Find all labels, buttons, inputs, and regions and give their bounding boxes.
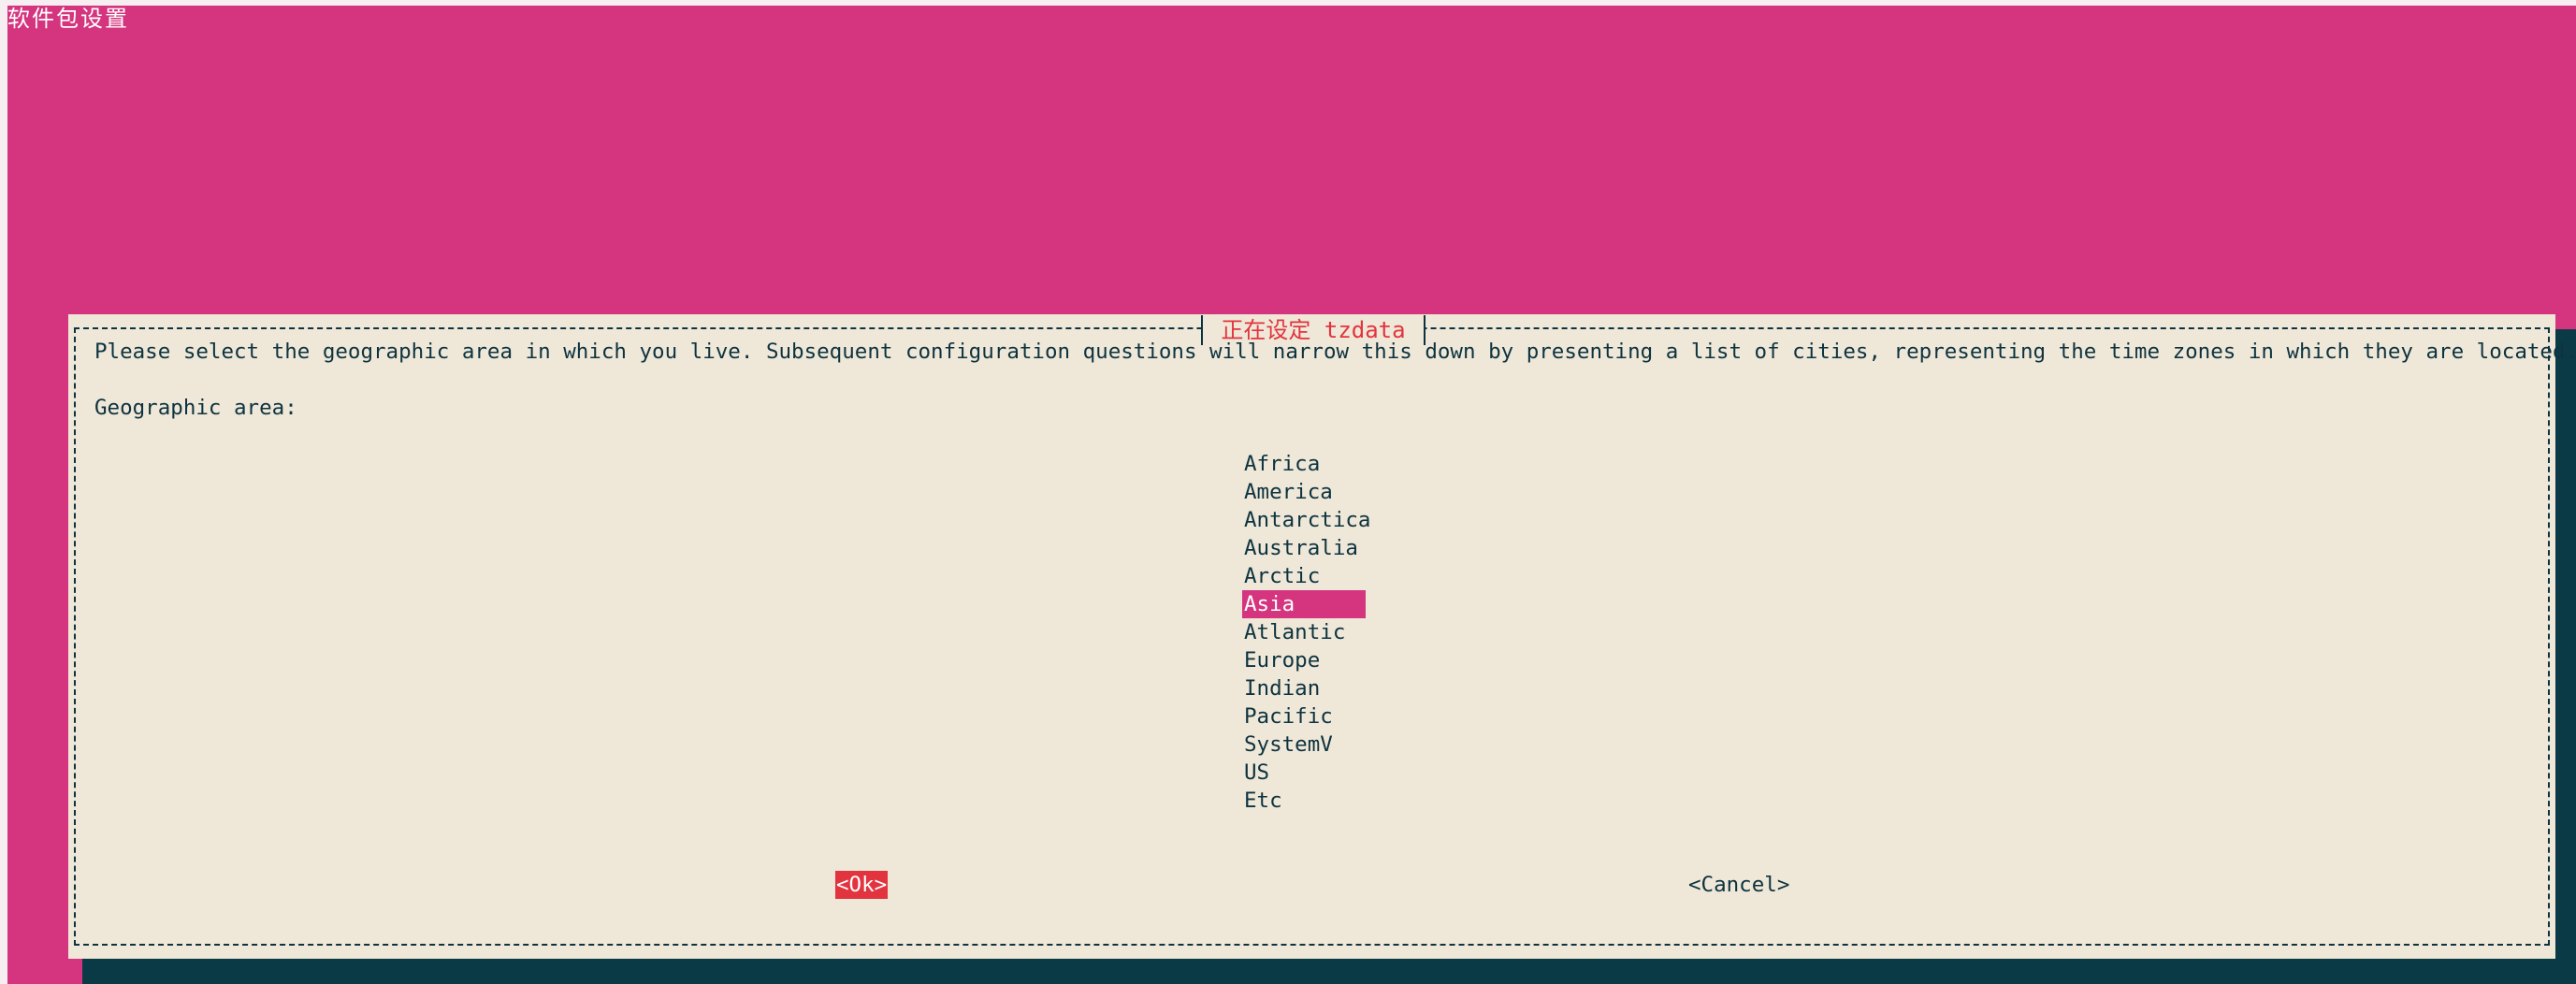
area-option-atlantic[interactable]: Atlantic [1242, 618, 1366, 646]
question-text: Please select the geographic area in whi… [94, 340, 2576, 364]
dialog-shadow-right [2555, 329, 2576, 984]
area-option-australia[interactable]: Australia [1242, 534, 1366, 562]
area-option-asia[interactable]: Asia [1242, 590, 1366, 618]
backtitle: 软件包设置 [7, 6, 129, 32]
dialog-shadow-bottom [82, 959, 2576, 984]
area-option-america[interactable]: America [1242, 478, 1366, 506]
area-option-africa[interactable]: Africa [1242, 450, 1366, 478]
area-option-antarctica[interactable]: Antarctica [1242, 506, 1370, 534]
geographic-area-list: Africa America Antarctica Australia Arct… [1242, 450, 1370, 815]
tzdata-dialog: 正在设定 tzdata Please select the geographic… [68, 314, 2576, 959]
area-option-arctic[interactable]: Arctic [1242, 562, 1366, 590]
area-option-pacific[interactable]: Pacific [1242, 702, 1366, 731]
area-option-systemv[interactable]: SystemV [1242, 731, 1366, 759]
window-top-edge [0, 0, 2576, 6]
area-option-indian[interactable]: Indian [1242, 674, 1366, 702]
area-option-etc[interactable]: Etc [1242, 787, 1366, 815]
geographic-area-label: Geographic area: [94, 396, 297, 420]
area-option-europe[interactable]: Europe [1242, 646, 1366, 674]
window-left-edge [0, 0, 7, 984]
cancel-button[interactable]: <Cancel> [1687, 871, 1790, 899]
area-option-us[interactable]: US [1242, 759, 1366, 787]
ok-button[interactable]: <Ok> [835, 871, 889, 899]
